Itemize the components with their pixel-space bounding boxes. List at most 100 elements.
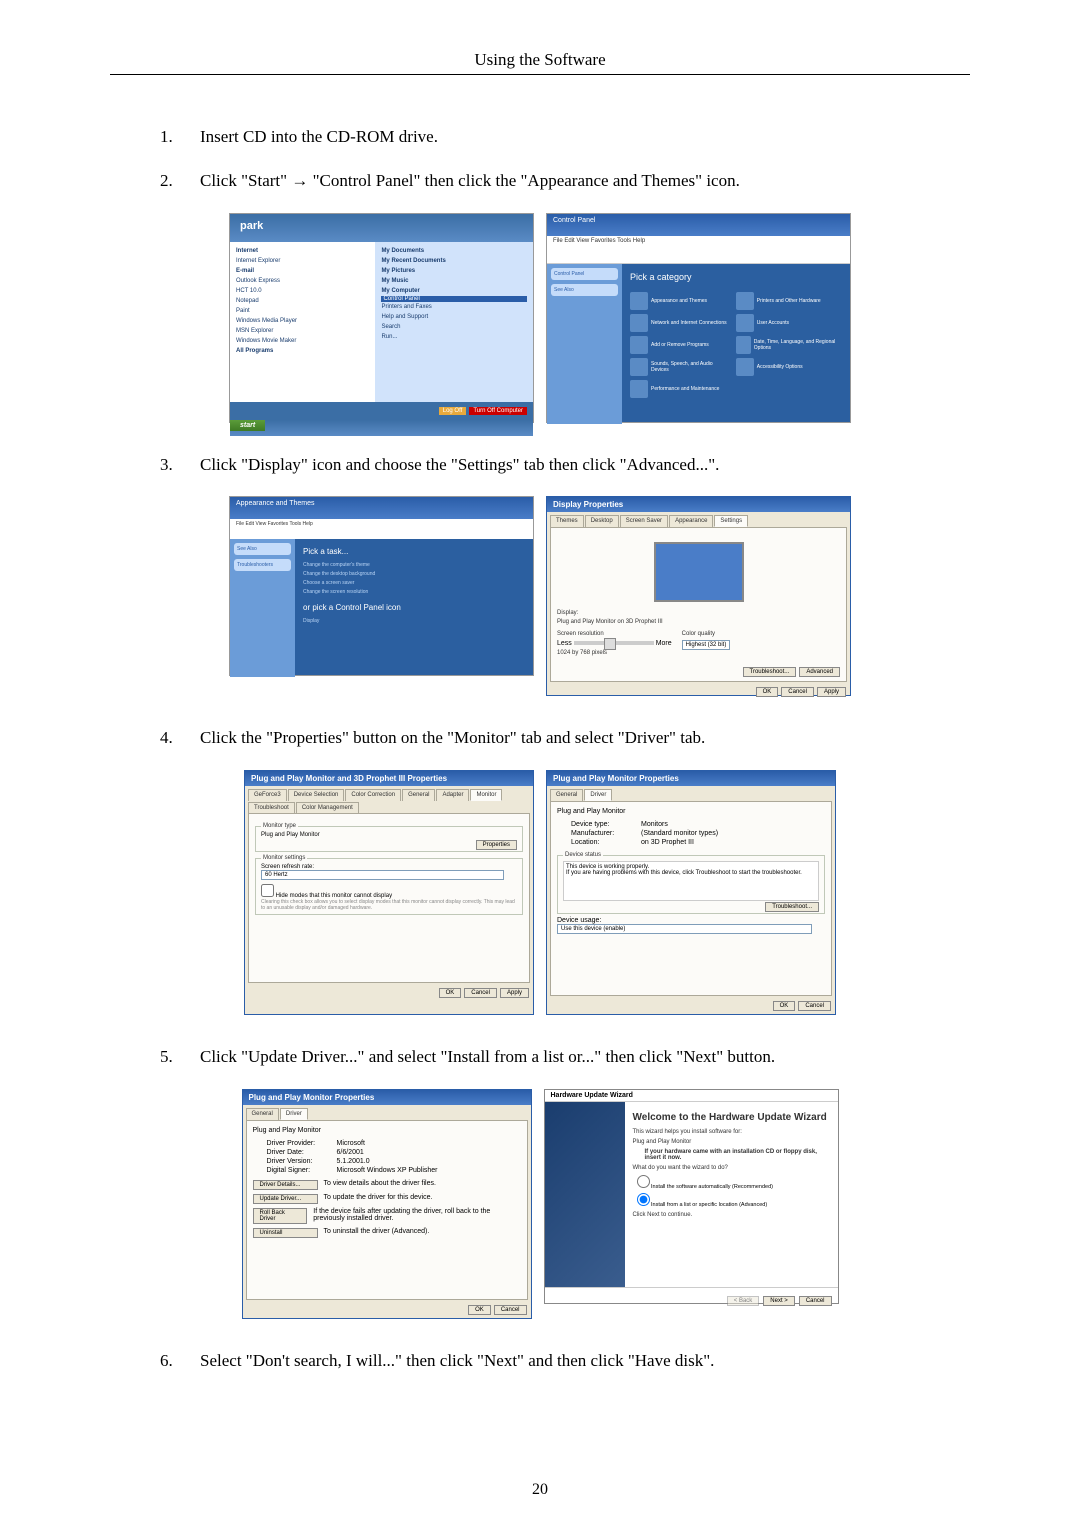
pd-tab-general[interactable]: General [246,1108,279,1120]
mp-tab-color[interactable]: Color Correction [345,789,401,801]
step-1-num: 1. [110,125,200,149]
driver-details-btn[interactable]: Driver Details... [253,1180,318,1190]
cp-cat-users[interactable]: User Accounts [736,314,838,332]
mp-tab-monitor[interactable]: Monitor [470,789,502,801]
mp-tab-devsel[interactable]: Device Selection [288,789,345,801]
mp-properties-btn[interactable]: Properties [476,840,517,850]
device-usage-select[interactable]: Use this device (enable) [557,924,812,934]
step-2-text: Click "Start" → "Control Panel" then cli… [200,169,970,193]
cp-cat-datetime[interactable]: Date, Time, Language, and Regional Optio… [736,336,838,354]
sm-paint[interactable]: Paint [236,306,369,316]
sm-notepad[interactable]: Notepad [236,296,369,306]
install-auto-radio[interactable] [637,1175,650,1188]
sm-mypics[interactable]: My Pictures [381,266,527,276]
sm-email[interactable]: E-mail [236,266,369,276]
sm-mydocs[interactable]: My Documents [381,246,527,256]
hw-back-btn: < Back [727,1296,760,1306]
sm-logoff[interactable]: Log Off [439,407,467,415]
sm-internet[interactable]: Internet [236,246,369,256]
sm-moviemaker[interactable]: Windows Movie Maker [236,336,369,346]
sm-mycomputer[interactable]: My Computer [381,286,527,296]
pd-rollback-txt: If the device fails after updating the d… [313,1208,520,1224]
cp-side-cpanel[interactable]: Control Panel [551,268,618,280]
rollback-driver-btn[interactable]: Roll Back Driver [253,1208,308,1224]
sm-msn[interactable]: MSN Explorer [236,326,369,336]
dp-tab-themes[interactable]: Themes [550,515,584,527]
sm-allprograms[interactable]: All Programs [236,346,369,356]
pd-ok-btn[interactable]: OK [468,1305,491,1315]
at-display[interactable]: Display [303,618,525,624]
dp-tab-appearance[interactable]: Appearance [669,515,713,527]
mp-cancel-btn[interactable]: Cancel [464,988,497,998]
step-4-text: Click the "Properties" button on the "Mo… [200,726,970,750]
dp-cancel-btn[interactable]: Cancel [781,687,814,697]
hide-modes-checkbox[interactable] [261,884,274,897]
screenshot-display-properties: Display Properties Themes Desktop Screen… [546,496,851,696]
start-button[interactable]: start [230,420,265,431]
cp-cat-addremove[interactable]: Add or Remove Programs [630,336,732,354]
pd-cancel-btn[interactable]: Cancel [494,1305,527,1315]
pnp-loc-v: on 3D Prophet III [641,839,694,846]
resolution-slider[interactable] [574,641,654,645]
mp-tab-general[interactable]: General [402,789,435,801]
at-task-desktop[interactable]: Change the desktop background [303,571,525,577]
cp-cat-appearance[interactable]: Appearance and Themes [630,292,732,310]
hw-next-btn[interactable]: Next > [763,1296,795,1306]
step-5-text: Click "Update Driver..." and select "Ins… [200,1045,970,1069]
cp-cat-accessibility[interactable]: Accessibility Options [736,358,838,376]
pnp-troubleshoot-btn[interactable]: Troubleshoot... [765,902,819,912]
update-driver-btn[interactable]: Update Driver... [253,1194,318,1204]
hw-cancel-btn[interactable]: Cancel [799,1296,832,1306]
appearance-icon [630,292,648,310]
sm-hct[interactable]: HCT 10.0 [236,286,369,296]
dp-tab-saver[interactable]: Screen Saver [620,515,668,527]
pnp-ok-btn[interactable]: OK [773,1001,796,1011]
sounds-icon [630,358,648,376]
sm-printers[interactable]: Printers and Faxes [381,302,527,312]
color-quality-select[interactable]: Highest (32 bit) [682,640,731,650]
sm-search[interactable]: Search [381,322,527,332]
sm-help[interactable]: Help and Support [381,312,527,322]
pd-tab-driver[interactable]: Driver [280,1108,308,1120]
mp-tab-troubleshoot[interactable]: Troubleshoot [248,802,295,813]
cp-cat-printers[interactable]: Printers and Other Hardware [736,292,838,310]
sm-email-sub: Outlook Express [236,276,369,286]
uninstall-btn[interactable]: Uninstall [253,1228,318,1238]
dp-ok-btn[interactable]: OK [756,687,779,697]
mp-ok-btn[interactable]: OK [439,988,462,998]
at-task-theme[interactable]: Change the computer's theme [303,562,525,568]
mp-tab-colormgmt[interactable]: Color Management [296,802,359,813]
install-list-radio[interactable] [637,1193,650,1206]
cp-cat-performance[interactable]: Performance and Maintenance [630,380,732,398]
mp-monname: Plug and Play Monitor [261,832,517,838]
sm-mymusic[interactable]: My Music [381,276,527,286]
refresh-rate-select[interactable]: 60 Hertz [261,870,504,880]
at-orpick: or pick a Control Panel icon [303,603,525,612]
pnp-tab-general[interactable]: General [550,789,583,801]
dp-troubleshoot-btn[interactable]: Troubleshoot... [743,667,797,677]
mp-tab-geforce[interactable]: GeForce3 [248,789,287,801]
screenshot-hardware-wizard: Hardware Update Wizard Welcome to the Ha… [544,1089,839,1304]
at-side-troubleshoot[interactable]: Troubleshooters [234,559,291,571]
at-task-resolution[interactable]: Change the screen resolution [303,589,525,595]
pnp-tab-driver[interactable]: Driver [584,789,612,801]
sm-myrecent[interactable]: My Recent Documents [381,256,527,266]
sm-run[interactable]: Run... [381,332,527,342]
pnp-devtype-v: Monitors [641,821,668,828]
sm-turnoff[interactable]: Turn Off Computer [469,407,527,415]
dp-apply-btn[interactable]: Apply [817,687,846,697]
mp-apply-btn[interactable]: Apply [500,988,529,998]
sm-wmp[interactable]: Windows Media Player [236,316,369,326]
dp-tab-desktop[interactable]: Desktop [585,515,619,527]
dp-more: More [656,640,672,647]
pnp-cancel-btn[interactable]: Cancel [798,1001,831,1011]
step-4-num: 4. [110,726,200,750]
cp-cat-network[interactable]: Network and Internet Connections [630,314,732,332]
dp-advanced-btn[interactable]: Advanced [799,667,840,677]
mp-tab-adapter[interactable]: Adapter [436,789,469,801]
dp-tab-settings[interactable]: Settings [714,515,748,527]
screenshot-pnp-driver: Plug and Play Monitor Properties General… [242,1089,532,1319]
cp-cat-sounds[interactable]: Sounds, Speech, and Audio Devices [630,358,732,376]
sm-internet-sub: Internet Explorer [236,256,369,266]
at-task-saver[interactable]: Choose a screen saver [303,580,525,586]
